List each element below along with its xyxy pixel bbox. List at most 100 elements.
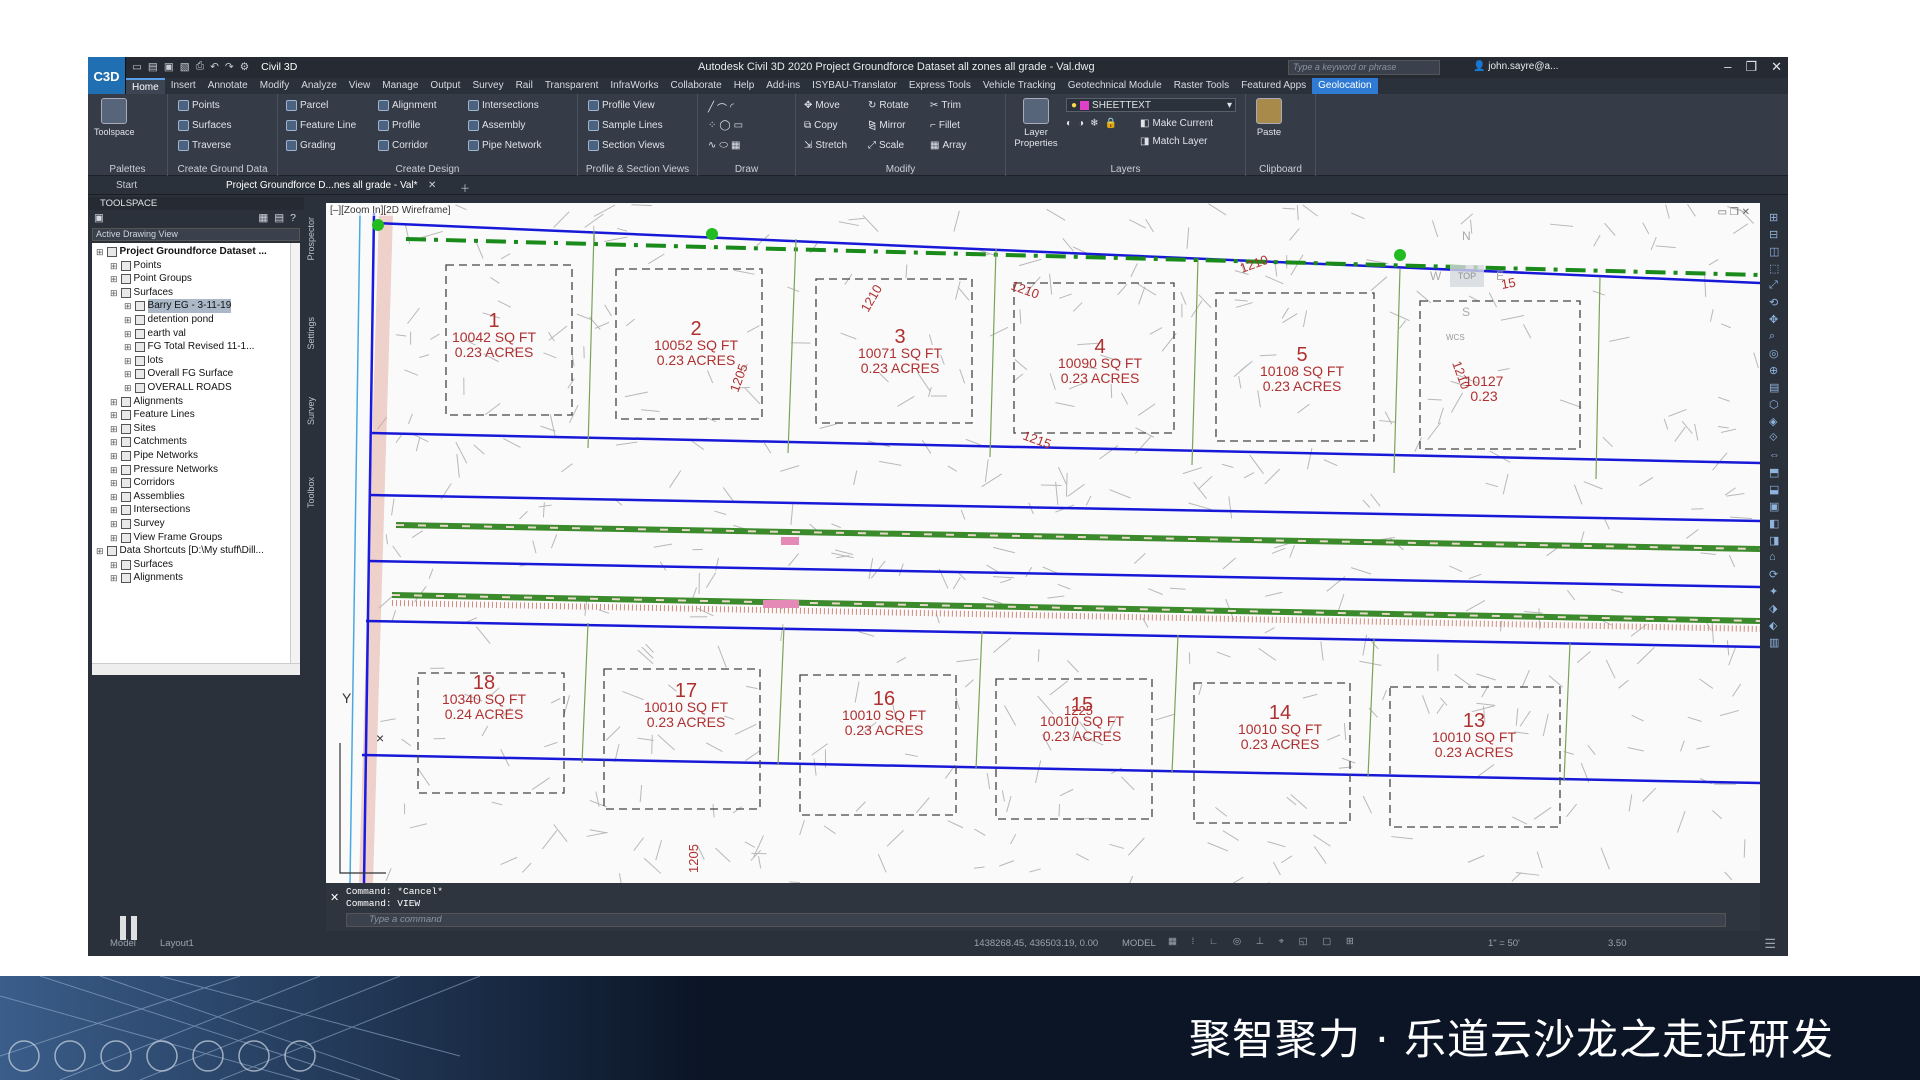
tab-prospector[interactable]: Prospector bbox=[306, 217, 320, 261]
lot-label[interactable]: 1810340 SQ FT0.24 ACRES bbox=[442, 672, 526, 722]
intersections-button[interactable]: Intersections bbox=[468, 100, 539, 111]
paste-button[interactable]: Paste bbox=[1256, 98, 1282, 138]
expand-toggle-icon[interactable]: ⊞ bbox=[110, 503, 118, 517]
tab-geolocation[interactable]: Geolocation bbox=[1312, 78, 1378, 94]
profile-view-button[interactable]: Profile View bbox=[588, 100, 655, 111]
fillet-button[interactable]: ⌐ Fillet bbox=[930, 120, 960, 131]
nav-tool-icon[interactable]: ▥ bbox=[1769, 636, 1779, 649]
lot-label[interactable]: 110042 SQ FT0.23 ACRES bbox=[452, 310, 536, 360]
list-icon[interactable]: ▤ bbox=[274, 212, 284, 224]
tree-node[interactable]: ⊞ Project Groundforce Dataset ... bbox=[96, 245, 267, 259]
tab-view[interactable]: View bbox=[343, 78, 377, 94]
expand-toggle-icon[interactable]: ⊞ bbox=[110, 435, 118, 449]
tree-icon[interactable]: ▦ bbox=[258, 212, 268, 224]
nav-tool-icon[interactable]: ⊞ bbox=[1769, 211, 1778, 224]
tab-home[interactable]: Home bbox=[126, 78, 165, 94]
close-icon[interactable]: ✕ bbox=[1771, 59, 1782, 75]
expand-toggle-icon[interactable]: ⊞ bbox=[124, 367, 132, 381]
expand-toggle-icon[interactable]: ⊞ bbox=[110, 571, 118, 585]
tree-node[interactable]: ⊞ Corridors bbox=[110, 476, 175, 490]
tree-node[interactable]: ⊞ detention pond bbox=[124, 313, 214, 327]
stretch-button[interactable]: ⇲ Stretch bbox=[804, 140, 847, 151]
tree-node[interactable]: ⊞ Assemblies bbox=[110, 490, 185, 504]
tab-rail[interactable]: Rail bbox=[510, 78, 539, 94]
lot-label[interactable]: 1510010 SQ FT0.23 ACRES bbox=[1040, 694, 1124, 744]
scale-button[interactable]: ⤢ Scale bbox=[868, 140, 904, 151]
expand-toggle-icon[interactable]: ⊞ bbox=[110, 395, 118, 409]
tab-toolbox[interactable]: Toolbox bbox=[306, 477, 320, 508]
tree-node[interactable]: ⊞ Surfaces bbox=[110, 558, 173, 572]
expand-toggle-icon[interactable]: ⊞ bbox=[124, 340, 132, 354]
tree-node[interactable]: ⊞ Alignments bbox=[110, 395, 183, 409]
tab-help[interactable]: Help bbox=[728, 78, 761, 94]
expand-toggle-icon[interactable]: ⊞ bbox=[124, 299, 132, 313]
tree-node[interactable]: ⊞ View Frame Groups bbox=[110, 531, 222, 545]
move-button[interactable]: ✥ Move bbox=[804, 100, 840, 111]
plot-icon[interactable]: ⎙ bbox=[196, 60, 204, 73]
circle-tool[interactable]: ⁘ ◯ ▭ bbox=[708, 120, 743, 131]
tab-vehicle-tracking[interactable]: Vehicle Tracking bbox=[977, 78, 1062, 94]
profile-button[interactable]: Profile bbox=[378, 120, 420, 131]
expand-toggle-icon[interactable]: ⊞ bbox=[110, 558, 118, 572]
tab-annotate[interactable]: Annotate bbox=[202, 78, 254, 94]
expand-toggle-icon[interactable]: ⊞ bbox=[96, 544, 104, 558]
tab-active-drawing[interactable]: Project Groundforce D...nes all grade - … bbox=[226, 180, 418, 191]
command-close-icon[interactable]: ✕ bbox=[330, 891, 339, 904]
lot-label[interactable]: 1610010 SQ FT0.23 ACRES bbox=[842, 688, 926, 738]
tree-node[interactable]: ⊞ Catchments bbox=[110, 435, 187, 449]
tab-geotechnical-module[interactable]: Geotechnical Module bbox=[1062, 78, 1168, 94]
nav-tool-icon[interactable]: ⬒ bbox=[1769, 466, 1779, 479]
sample-lines-button[interactable]: Sample Lines bbox=[588, 120, 663, 131]
tab-start[interactable]: Start bbox=[116, 180, 137, 191]
nav-tool-icon[interactable]: ▣ bbox=[1769, 500, 1779, 513]
grading-button[interactable]: Grading bbox=[286, 140, 336, 151]
parcel-button[interactable]: Parcel bbox=[286, 100, 328, 111]
lot-label[interactable]: 510108 SQ FT0.23 ACRES bbox=[1260, 344, 1344, 394]
save-icon[interactable]: ▣ bbox=[164, 61, 174, 73]
tab-modify[interactable]: Modify bbox=[254, 78, 295, 94]
view-combo[interactable]: Active Drawing View bbox=[92, 228, 300, 241]
copy-button[interactable]: ⧉ Copy bbox=[804, 120, 838, 131]
command-input[interactable]: Type a command bbox=[346, 913, 1726, 927]
expand-toggle-icon[interactable]: ⊞ bbox=[96, 245, 104, 259]
expand-toggle-icon[interactable]: ⊞ bbox=[124, 354, 132, 368]
grip-point[interactable] bbox=[706, 228, 718, 240]
expand-toggle-icon[interactable]: ⊞ bbox=[124, 327, 132, 341]
grip-point[interactable] bbox=[1394, 249, 1406, 261]
tree-node[interactable]: ⊞ Feature Lines bbox=[110, 408, 195, 422]
new-tab-icon[interactable]: ＋ bbox=[460, 180, 470, 195]
make-current-button[interactable]: ◧ Make Current bbox=[1140, 118, 1213, 129]
close-tab-icon[interactable]: ✕ bbox=[428, 180, 436, 191]
lot-label[interactable]: 1310010 SQ FT0.23 ACRES bbox=[1432, 710, 1516, 760]
lot-label[interactable]: 1710010 SQ FT0.23 ACRES bbox=[644, 680, 728, 730]
nav-tool-icon[interactable]: ⇔ bbox=[1769, 449, 1780, 461]
tree-node[interactable]: ⊞ Pressure Networks bbox=[110, 463, 218, 477]
viewcube[interactable]: TOP N S W E WCS bbox=[1416, 225, 1516, 345]
tree-node[interactable]: ⊞ Sites bbox=[110, 422, 156, 436]
tree-node[interactable]: ⊞ OVERALL ROADS bbox=[124, 381, 232, 395]
nav-tool-icon[interactable]: ⌂ bbox=[1769, 551, 1776, 563]
tab-infraworks[interactable]: InfraWorks bbox=[604, 78, 664, 94]
hatch-tool[interactable]: ∿ ⬭ ▦ bbox=[708, 140, 740, 151]
toolspace-button[interactable]: Toolspace bbox=[94, 98, 135, 137]
video-pause-icon[interactable] bbox=[113, 913, 143, 943]
mirror-button[interactable]: ⧎ Mirror bbox=[868, 120, 906, 131]
app-logo[interactable]: C3D bbox=[88, 57, 126, 95]
redo-icon[interactable]: ↷ bbox=[225, 61, 234, 73]
tree-node[interactable]: ⊞ Points bbox=[110, 259, 161, 273]
pipe-network-button[interactable]: Pipe Network bbox=[468, 140, 541, 151]
tree-node[interactable]: ⊞ lots bbox=[124, 354, 163, 368]
viewcube-w[interactable]: W bbox=[1430, 269, 1441, 283]
search-input[interactable]: Type a keyword or phrase bbox=[1288, 60, 1440, 75]
viewport-controls[interactable]: [–][Zoom In][2D Wireframe] bbox=[330, 205, 451, 216]
layer-tools[interactable]: ◐ ◑ ❄ 🔒 bbox=[1066, 118, 1117, 129]
wcs-menu[interactable]: WCS bbox=[1446, 333, 1465, 342]
status-toggles[interactable]: ▦ ⁞ ∟ ◎ ⊥ ⌖ ◱ ▢ ⊞ bbox=[1168, 936, 1360, 947]
nav-tool-icon[interactable]: ◧ bbox=[1769, 517, 1779, 530]
nav-tool-icon[interactable]: ⬓ bbox=[1769, 483, 1779, 496]
tree-node[interactable]: ⊞ FG Total Revised 11-1... bbox=[124, 340, 254, 354]
tab-transparent[interactable]: Transparent bbox=[539, 78, 605, 94]
tree-vertical-scrollbar[interactable] bbox=[290, 243, 300, 663]
nav-tool-icon[interactable]: ⟲ bbox=[1769, 296, 1778, 309]
lot-label[interactable]: 410090 SQ FT0.23 ACRES bbox=[1058, 336, 1142, 386]
